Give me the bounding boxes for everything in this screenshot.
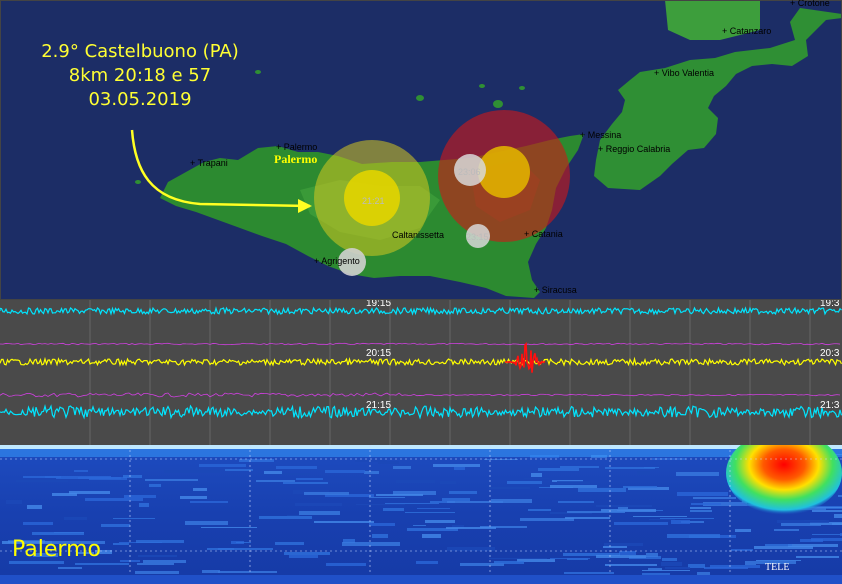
city-label-palermo: Palermo <box>274 152 318 166</box>
seismogram-graphic <box>0 300 842 445</box>
station-label: Palermo <box>12 537 101 562</box>
trace-1-time-right: 19:3 <box>820 300 840 309</box>
event-annotation: 2.9° Castelbuono (PA) 8km 20:18 e 57 03.… <box>20 40 260 112</box>
epicenter-map: 2.9° Castelbuono (PA) 8km 20:18 e 57 03.… <box>0 0 842 300</box>
place-agrigento: + Agrigento <box>314 256 360 266</box>
seismic-trace-1 <box>0 306 842 316</box>
place-vibo-valentia: + Vibo Valentia <box>654 68 714 78</box>
trace-3-time: 21:15 <box>366 400 392 411</box>
trace-3-time-right: 21:3 <box>820 400 840 411</box>
trace-1-time: 19:15 <box>366 300 392 309</box>
spectrogram-graphic <box>0 445 842 584</box>
source-label: TELE <box>765 562 790 573</box>
filter-trace-2 <box>0 392 841 398</box>
place-palermo: + Palermo <box>276 142 318 152</box>
place-siracusa: + Siracusa <box>534 285 577 295</box>
place-trapani: + Trapani <box>190 158 228 168</box>
trace-2-time-right: 20:3 <box>820 348 840 359</box>
annotation-line-2: 8km 20:18 e 57 <box>68 65 212 86</box>
spectrogram-panel: Palermo TELE <box>0 445 842 584</box>
annotation-line-3: 03.05.2019 <box>88 89 192 110</box>
seismic-trace-3 <box>0 404 842 420</box>
seismogram-panel: 19:15 19:3 20:15 20:3 21:15 21:3 <box>0 300 842 445</box>
event-time-3: 23:15 <box>466 232 489 242</box>
place-catanzaro: + Catanzaro <box>722 26 772 36</box>
earthquake-signal <box>504 341 546 373</box>
place-messina: + Messina <box>580 130 622 140</box>
place-crotone: + Crotone <box>790 0 830 8</box>
annotation-line-1: 2.9° Castelbuono (PA) <box>41 41 239 62</box>
seismic-trace-2 <box>0 356 842 367</box>
event-time-2: 23:06 <box>458 167 481 177</box>
place-catania: + Catania <box>524 229 563 239</box>
trace-2-time: 20:15 <box>366 348 392 359</box>
event-time-1: 21:21 <box>362 196 385 206</box>
filter-trace-1 <box>0 342 841 346</box>
place-reggio-calabria: + Reggio Calabria <box>598 144 671 154</box>
place-caltanissetta: Caltanissetta <box>392 230 445 240</box>
